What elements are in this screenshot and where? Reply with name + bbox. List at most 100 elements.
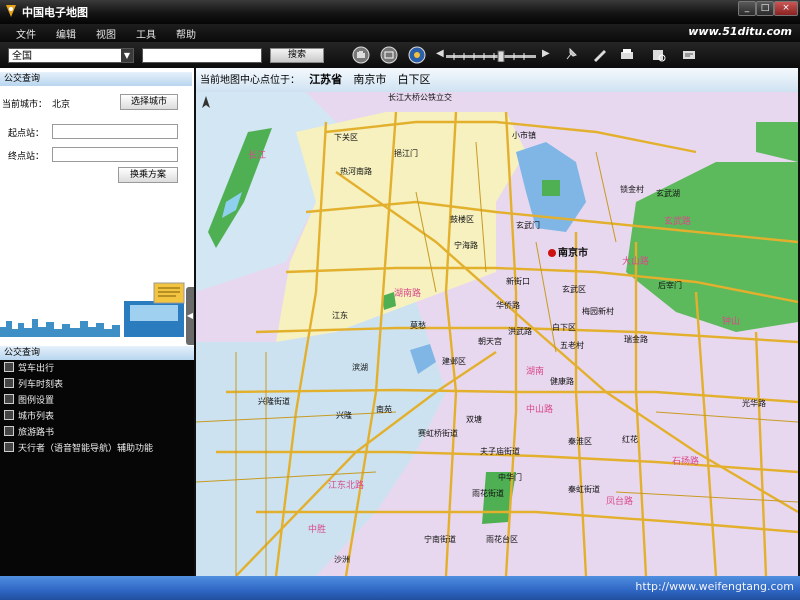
func-driving[interactable]: 驾车出行	[4, 362, 54, 376]
label-qinhuai: 秦淮区	[568, 436, 592, 446]
map-center-prefix: 当前地图中心点位于：	[200, 75, 300, 86]
func-travel-label: 旅游路书	[18, 428, 55, 438]
pin-icon[interactable]	[562, 46, 580, 64]
func-legend-settings[interactable]: 图例设置	[4, 394, 54, 408]
site-url: www.51ditu.com	[688, 25, 792, 38]
start-station-label: 起点站：	[8, 129, 45, 139]
func-city-list-label: 城市列表	[18, 412, 55, 422]
settings-icon[interactable]	[680, 46, 698, 64]
chevron-down-icon[interactable]: ▼	[121, 49, 133, 62]
current-city-label: 当前城市：	[2, 100, 48, 110]
label-xuanwu-road: 玄武路	[664, 215, 691, 227]
func-travel-book[interactable]: 旅游路书	[4, 426, 54, 440]
city-select-value: 全国	[12, 51, 32, 62]
label-dashan: 大山路	[622, 255, 649, 267]
label-zhongsheng: 中胜	[308, 523, 326, 535]
print-preview-icon[interactable]	[650, 46, 668, 64]
label-xinjiekou: 新街口	[506, 276, 530, 286]
label-suojin: 锁金村	[620, 184, 644, 194]
function-list-header: 公交查询	[0, 346, 194, 360]
taskbar: http://www.weifengtang.com	[0, 576, 800, 600]
edit-icon[interactable]	[590, 46, 608, 64]
func-voice-label: 天行者（语音智能导航）辅助功能	[18, 444, 154, 454]
window-title: 中国电子地图	[22, 6, 88, 19]
map-center-info: 当前地图中心点位于： 江苏省 南京市 白下区	[196, 68, 798, 92]
search-input[interactable]	[142, 48, 262, 63]
end-station-input[interactable]	[52, 147, 178, 162]
label-changjiang: 长江	[248, 149, 266, 161]
label-huaqiao: 华侨路	[496, 300, 520, 310]
label-baixia: 白下区	[552, 322, 576, 332]
minimize-button[interactable]: _	[738, 1, 756, 16]
label-chaotian: 朝天宫	[478, 336, 502, 346]
watermark: http://www.weifengtang.com	[635, 580, 794, 593]
zoom-out-icon[interactable]: ◀	[436, 48, 444, 59]
panel-collapse-button[interactable]: ◀	[186, 287, 194, 345]
full-view-icon[interactable]	[380, 46, 398, 64]
left-panel: 公交查询 当前城市： 北京 选择城市 起点站： 终点站： 换乘方案 公交查询 驾…	[0, 68, 194, 576]
label-xinglong-st: 兴隆街道	[258, 396, 290, 406]
menu-view[interactable]: 视图	[96, 26, 116, 41]
label-city-name: 南京市	[558, 246, 588, 259]
train-icon	[4, 378, 14, 388]
label-ningnan: 宁南街道	[424, 534, 456, 544]
label-xinglong: 兴隆	[336, 410, 352, 420]
menu-edit[interactable]: 编辑	[56, 26, 76, 41]
print-icon[interactable]	[618, 46, 636, 64]
menu-file[interactable]: 文件	[16, 26, 36, 41]
label-shiyang: 石扬路	[672, 455, 699, 467]
zoom-in-icon[interactable]: ▶	[542, 48, 550, 59]
label-wulaocun: 五老村	[560, 340, 584, 350]
menu-tools[interactable]: 工具	[136, 26, 156, 41]
toolbar: 全国 ▼ 搜索 ◀ ▶	[0, 42, 800, 68]
close-button[interactable]: ×	[774, 1, 798, 16]
label-xuanwu-lake: 玄武湖	[656, 188, 680, 198]
label-qinhuai-road: 江东北路	[328, 479, 364, 491]
label-zhonghua-gate: 中华门	[498, 472, 522, 482]
panel-header: 公交查询	[0, 72, 192, 86]
label-xuanwu-district: 玄武区	[562, 284, 586, 294]
label-zhongshan: 中山路	[526, 403, 553, 415]
label-ruijin: 瑞金路	[624, 334, 648, 344]
label-mochou: 莫愁	[410, 320, 426, 330]
label-fengtai: 凤台路	[606, 495, 633, 507]
transfer-plan-button[interactable]: 换乘方案	[118, 167, 178, 183]
label-bridge: 长江大桥公铁立交	[388, 92, 452, 102]
label-xiaoling: 钟山	[722, 315, 740, 327]
label-hongwu: 洪武路	[508, 326, 532, 336]
city-center-marker	[548, 249, 556, 257]
menu-bar: 文件 编辑 视图 工具 帮助 www.51ditu.com	[0, 24, 800, 42]
map-center-city: 南京市	[353, 73, 387, 86]
label-gulou: 鼓楼区	[450, 214, 474, 224]
start-station-input[interactable]	[52, 124, 178, 139]
label-jianye: 建邺区	[442, 356, 466, 366]
menu-help[interactable]: 帮助	[176, 26, 196, 41]
func-voice-navigation[interactable]: 天行者（语音智能导航）辅助功能	[4, 442, 153, 456]
label-ningbo: 宁海路	[454, 240, 478, 250]
map-center-district: 白下区	[397, 73, 431, 86]
select-city-button[interactable]: 选择城市	[120, 94, 178, 110]
map-center-province: 江苏省	[309, 73, 343, 86]
location-icon[interactable]	[408, 46, 426, 64]
label-rehe-road: 热河南路	[340, 166, 372, 176]
label-shuangtang: 双塘	[466, 414, 482, 424]
label-jiangdong: 江东	[332, 310, 348, 320]
search-button[interactable]: 搜索	[270, 48, 324, 63]
lake-island	[542, 180, 560, 196]
label-hunan-road: 湖南路	[394, 287, 421, 299]
label-xiaoshiqiao: 小市镇	[512, 130, 536, 140]
label-saihong: 赛虹桥街道	[418, 428, 458, 438]
map-view[interactable]: 当前地图中心点位于： 江苏省 南京市 白下区 南京市 长江大桥公铁立交 下关区 …	[196, 68, 798, 576]
pan-hand-icon[interactable]	[352, 46, 370, 64]
label-hunan: 湖南	[526, 365, 544, 377]
voice-icon	[4, 442, 14, 452]
car-icon	[4, 362, 14, 372]
func-train-schedule[interactable]: 列车时刻表	[4, 378, 63, 392]
maximize-button[interactable]: □	[756, 1, 774, 16]
city-select[interactable]: 全国 ▼	[8, 48, 134, 63]
func-train-label: 列车时刻表	[18, 380, 64, 390]
func-city-list[interactable]: 城市列表	[4, 410, 54, 424]
map-canvas[interactable]: 南京市 长江大桥公铁立交 下关区 小市镇 挹江门 热河南路 鼓楼区 宁海路 玄武…	[196, 92, 798, 576]
label-yuhuatai: 雨花台区	[486, 534, 518, 544]
zoom-slider[interactable]	[444, 50, 538, 62]
